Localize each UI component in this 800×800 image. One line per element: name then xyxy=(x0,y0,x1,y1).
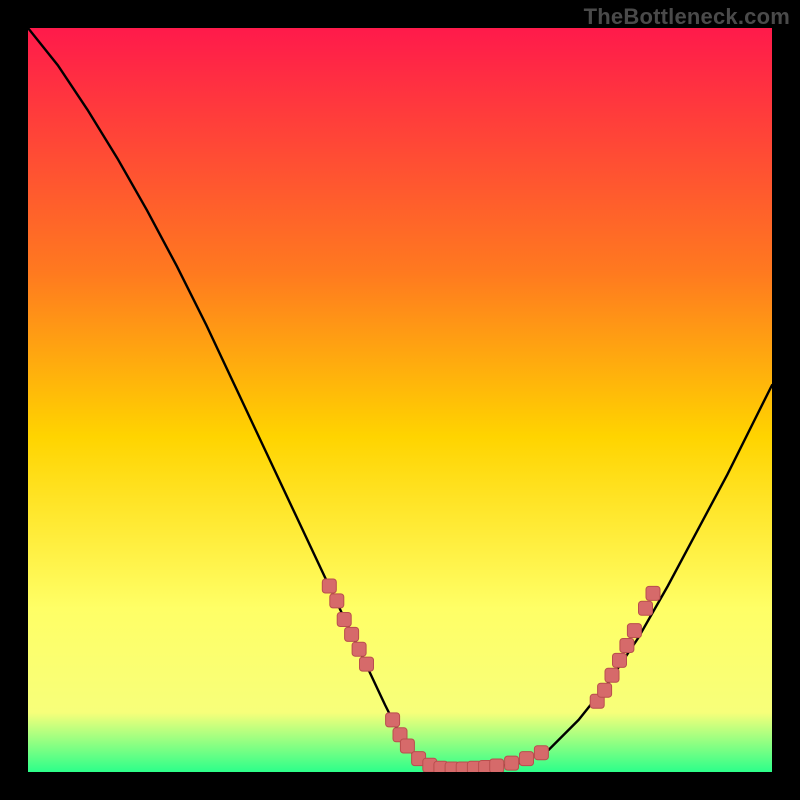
data-marker xyxy=(646,586,660,600)
gradient-background xyxy=(28,28,772,772)
data-marker xyxy=(345,627,359,641)
data-marker xyxy=(598,683,612,697)
data-marker xyxy=(360,657,374,671)
data-marker xyxy=(330,594,344,608)
data-marker xyxy=(613,653,627,667)
data-marker xyxy=(534,746,548,760)
data-marker xyxy=(605,668,619,682)
data-marker xyxy=(505,756,519,770)
data-marker xyxy=(322,579,336,593)
data-marker xyxy=(400,739,414,753)
bottleneck-chart xyxy=(28,28,772,772)
data-marker xyxy=(386,713,400,727)
data-marker xyxy=(620,639,634,653)
data-marker xyxy=(639,601,653,615)
data-marker xyxy=(627,624,641,638)
watermark-text: TheBottleneck.com xyxy=(584,4,790,30)
data-marker xyxy=(520,752,534,766)
data-marker xyxy=(352,642,366,656)
data-marker xyxy=(337,613,351,627)
chart-frame xyxy=(28,28,772,772)
data-marker xyxy=(490,759,504,772)
